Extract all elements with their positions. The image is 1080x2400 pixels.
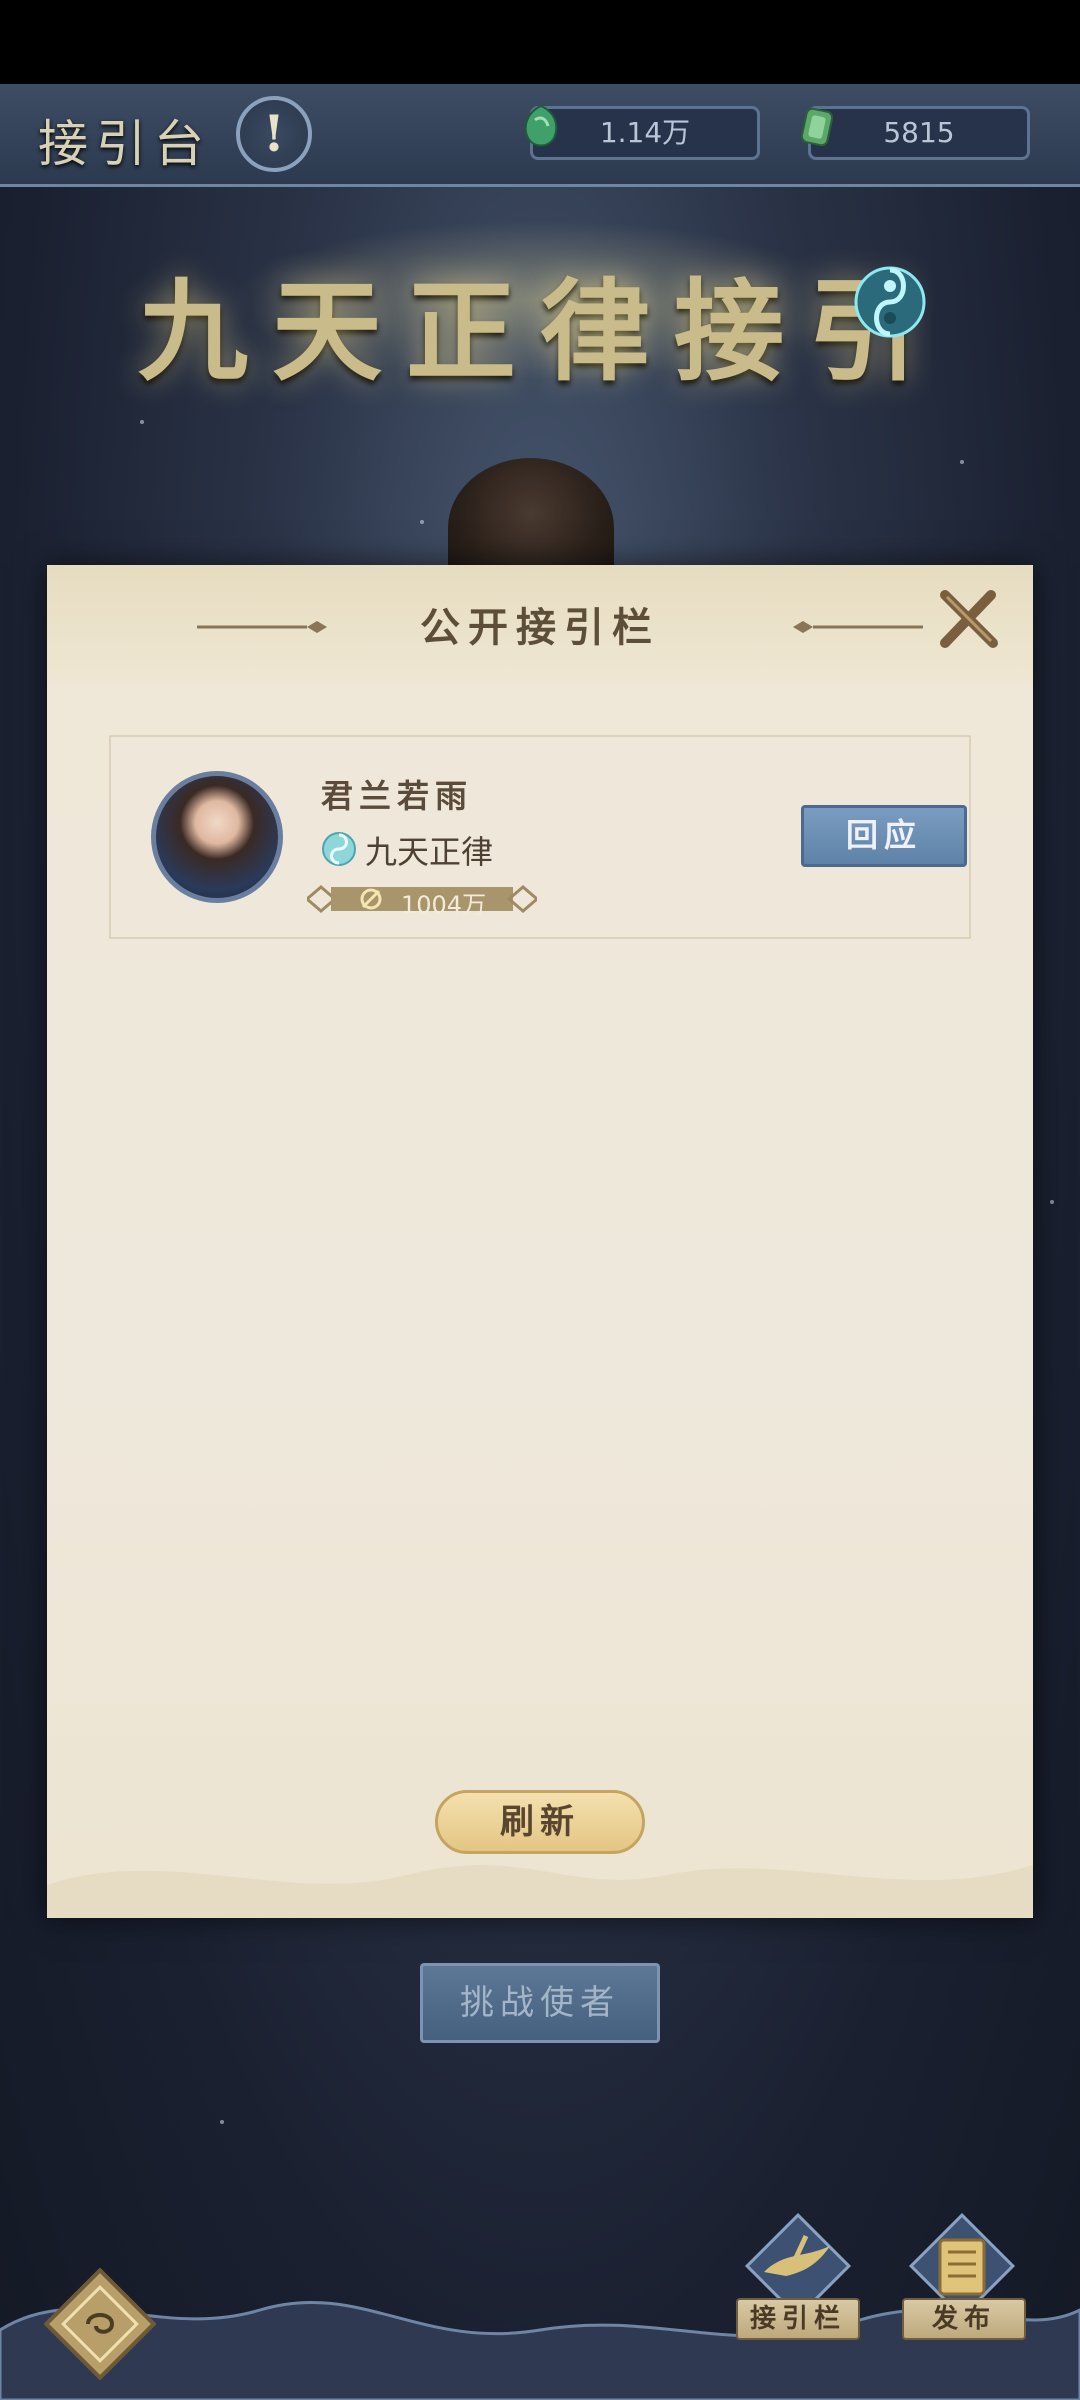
star-decoration: [420, 520, 424, 524]
public-board-panel: 公开接引栏 君兰若雨 九天正律 1004万 回应 刷新: [47, 565, 1033, 1918]
star-decoration: [960, 460, 964, 464]
page-title: 接引台: [38, 115, 212, 173]
jade-currency[interactable]: 1.14万: [530, 106, 760, 160]
respond-button[interactable]: 回应: [801, 805, 967, 867]
token-icon: [800, 107, 834, 147]
swirl-emblem-icon: [854, 266, 926, 338]
faction-emblem-icon: [322, 832, 356, 866]
tab-publish[interactable]: 发布: [902, 2298, 1026, 2340]
close-icon[interactable]: [933, 585, 1003, 655]
token-currency[interactable]: 5815: [808, 106, 1030, 160]
player-name: 君兰若雨: [321, 777, 474, 815]
status-bar: [0, 0, 1080, 84]
menu-icon[interactable]: [44, 2268, 156, 2380]
star-decoration: [140, 420, 144, 424]
power-value: 1004万: [401, 891, 487, 919]
tab-board[interactable]: 接引栏: [736, 2298, 860, 2340]
list-item: 君兰若雨 九天正律 1004万 回应: [109, 735, 971, 939]
jade-icon: [524, 104, 558, 147]
avatar[interactable]: [151, 771, 283, 903]
faction-name: 九天正律: [365, 833, 494, 871]
ornament-right-icon: [793, 621, 923, 633]
refresh-button[interactable]: 刷新: [435, 1790, 645, 1854]
star-decoration: [220, 2120, 224, 2124]
info-button[interactable]: !: [236, 96, 312, 172]
challenge-envoy-button[interactable]: 挑战使者: [420, 1963, 660, 2043]
star-decoration: [1050, 1200, 1054, 1204]
